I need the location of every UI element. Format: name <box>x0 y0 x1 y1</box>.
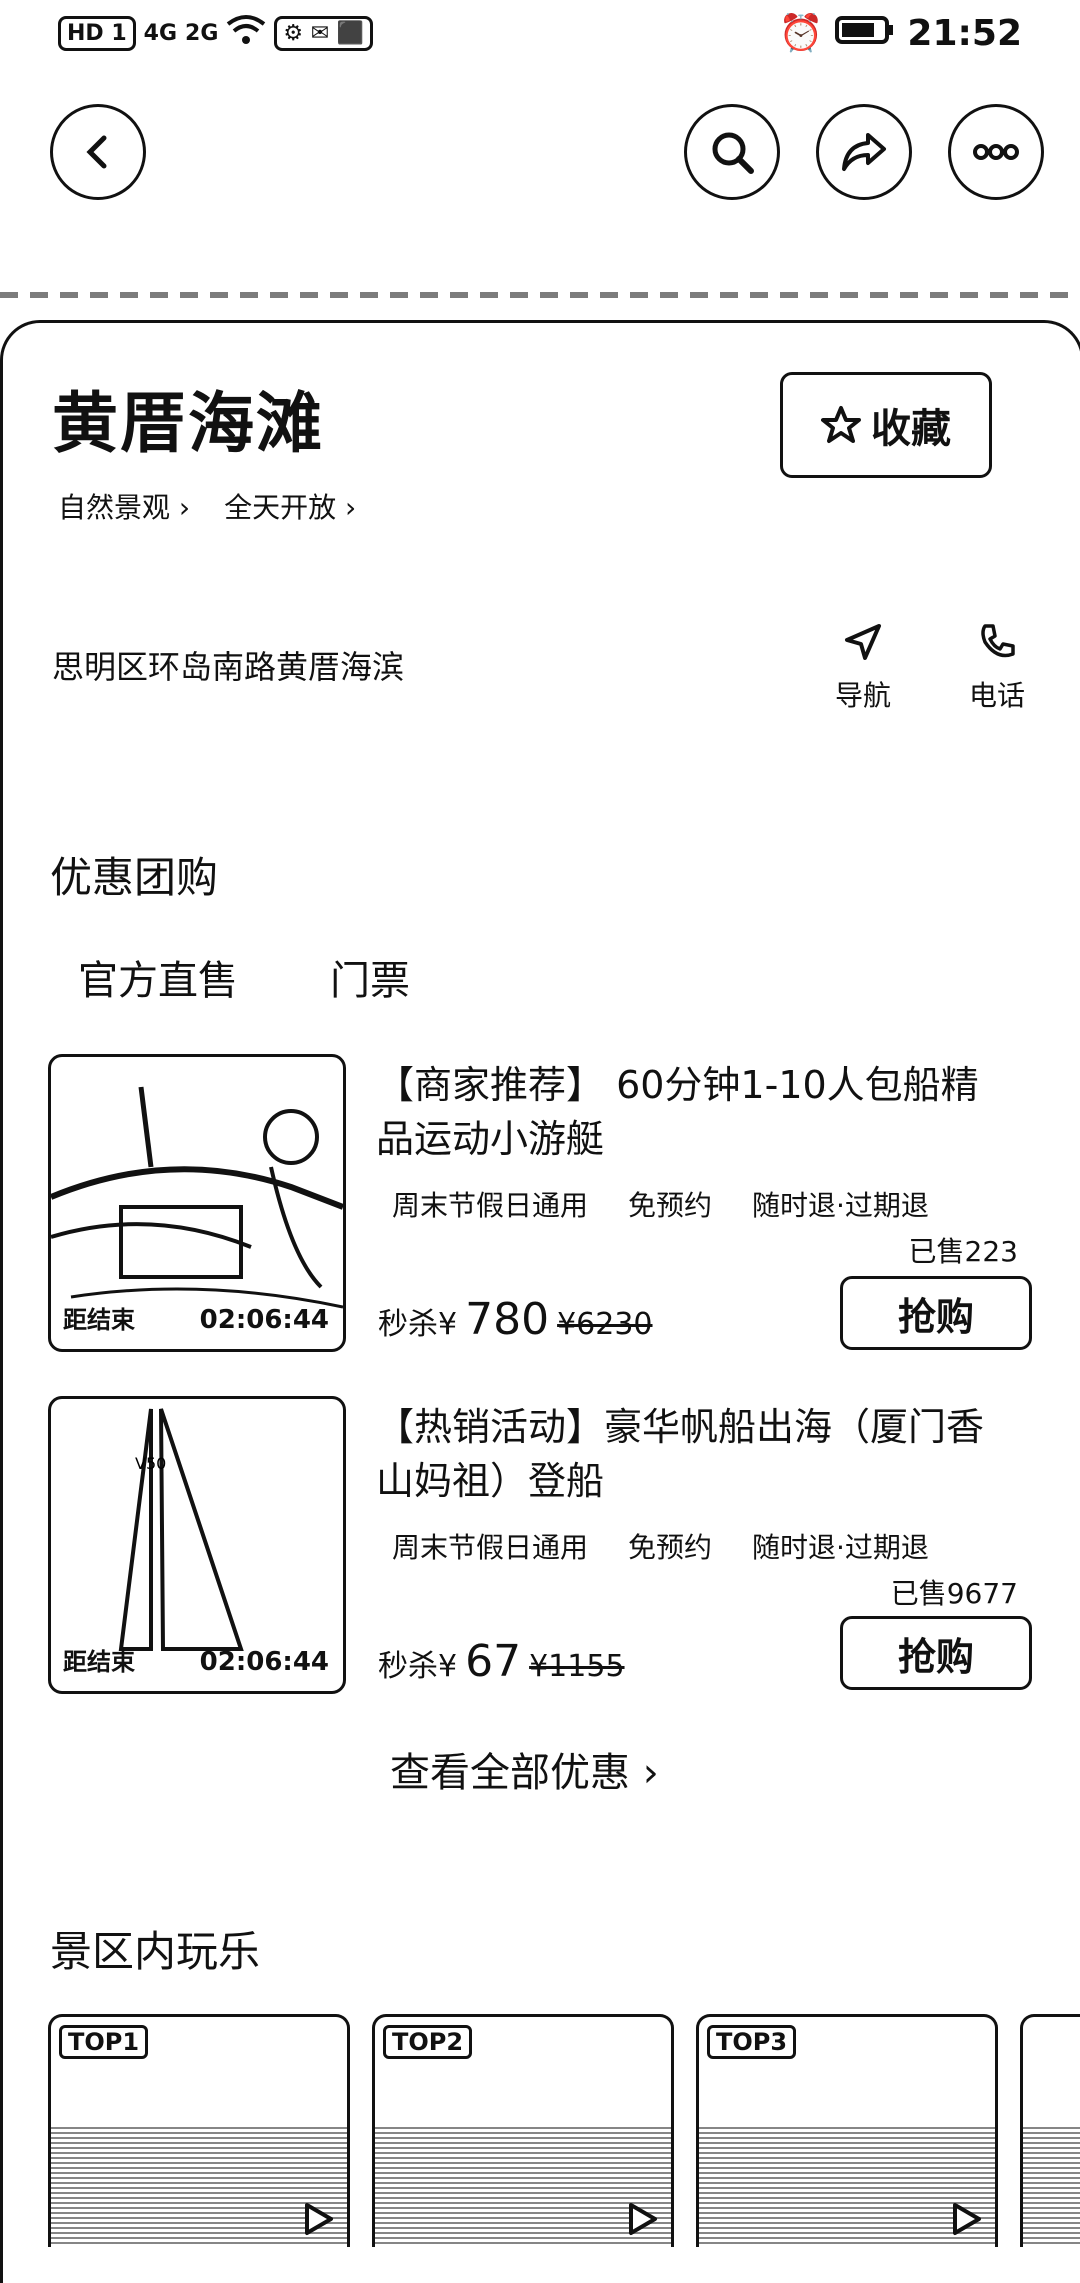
price-value: 67 <box>465 1636 522 1687</box>
play-card[interactable]: TOP2 <box>372 2014 674 2247</box>
buy-button[interactable]: 抢购 <box>840 1616 1032 1690</box>
countdown-label: 距结束 <box>63 1306 135 1334</box>
deals-section-title: 优惠团购 <box>50 853 219 902</box>
play-icon <box>305 2203 333 2235</box>
sold-count: 已售223 <box>908 1235 1018 1268</box>
deal-tags: 周末节假日通用 免预约 随时退·过期退 <box>392 1184 929 1224</box>
rank-badge: TOP2 <box>383 2025 473 2059</box>
back-button[interactable] <box>50 104 146 200</box>
tag-hours[interactable]: 全天开放 <box>224 486 356 526</box>
countdown-timer: 02:06:44 <box>199 1305 329 1335</box>
original-price: ¥1155 <box>529 1649 625 1684</box>
status-left-icons: HD 1 4G 2G ⚙ ✉ ⬛ <box>58 14 374 52</box>
navigate-button[interactable]: 导航 <box>818 620 908 714</box>
original-price: ¥6230 <box>557 1307 653 1342</box>
price-value: 780 <box>465 1294 550 1345</box>
alarm-icon: ⏰ <box>778 13 824 54</box>
phone-label: 电话 <box>968 679 1025 712</box>
chevron-left-icon <box>86 135 107 169</box>
deal-tag: 随时退·过期退 <box>752 1189 929 1222</box>
deal-image[interactable]: V50 距结束 02:06:44 <box>48 1396 346 1694</box>
deal-tag: 免预约 <box>628 1189 713 1222</box>
share-icon <box>842 133 886 171</box>
rank-badge: TOP1 <box>59 2025 149 2059</box>
place-tags: 自然景观 全天开放 <box>58 486 356 526</box>
tab-official[interactable]: 官方直售 <box>78 948 238 1006</box>
svg-text:V50: V50 <box>135 1454 166 1473</box>
status-bar: HD 1 4G 2G ⚙ ✉ ⬛ ⏰ 21:52 <box>0 0 1080 80</box>
search-icon <box>712 132 754 174</box>
deal-title[interactable]: 【热销活动】豪华帆船出海（厦门香山妈祖）登船 <box>376 1400 1016 1508</box>
sold-count: 已售9677 <box>890 1577 1018 1610</box>
status-right: ⏰ 21:52 <box>778 12 1022 55</box>
deal-tag: 随时退·过期退 <box>752 1531 929 1564</box>
signal-2g-icon: 2G <box>185 20 219 46</box>
signal-4g-icon: 4G <box>143 20 178 46</box>
countdown-timer: 02:06:44 <box>199 1647 329 1677</box>
deal-tag: 周末节假日通用 <box>392 1189 589 1222</box>
deal-title[interactable]: 【商家推荐】 60分钟1-10人包船精品运动小游艇 <box>376 1058 1016 1166</box>
deal-image[interactable]: 距结束 02:06:44 <box>48 1054 346 1352</box>
phone-button[interactable]: 电话 <box>952 620 1042 714</box>
notification-icons: ⚙ ✉ ⬛ <box>274 15 374 51</box>
phone-icon <box>981 624 1015 658</box>
price-prefix: 秒杀¥ <box>378 1307 458 1342</box>
share-button[interactable] <box>816 104 912 200</box>
more-icon <box>973 144 1019 160</box>
play-icon <box>629 2203 657 2235</box>
play-card[interactable]: TOP3 <box>696 2014 998 2247</box>
tab-tickets[interactable]: 门票 <box>330 948 410 1006</box>
hd-icon: HD 1 <box>58 15 136 51</box>
rank-badge: TOP3 <box>707 2025 797 2059</box>
favorite-label: 收藏 <box>871 406 951 452</box>
play-section-title: 景区内玩乐 <box>50 1927 261 1976</box>
deal-price: 秒杀¥ 67 ¥1155 <box>378 1636 625 1687</box>
favorite-button[interactable]: 收藏 <box>780 372 992 478</box>
address-text[interactable]: 思明区环岛南路黄厝海滨 <box>52 642 404 688</box>
navigation-arrow-icon <box>845 624 881 660</box>
tag-category[interactable]: 自然景观 <box>58 486 190 526</box>
deal-price: 秒杀¥ 780 ¥6230 <box>378 1294 653 1345</box>
view-all-deals-link[interactable]: 查看全部优惠 › <box>390 1740 659 1798</box>
place-title: 黄厝海滩 <box>52 385 324 462</box>
play-card[interactable]: TOP1 <box>48 2014 350 2247</box>
deal-tags: 周末节假日通用 免预约 随时退·过期退 <box>392 1526 929 1566</box>
beach-image <box>1023 2127 1080 2247</box>
wifi-icon <box>226 14 266 52</box>
clock-time: 21:52 <box>907 12 1022 54</box>
price-prefix: 秒杀¥ <box>378 1649 458 1684</box>
navigate-label: 导航 <box>834 679 891 712</box>
more-button[interactable] <box>948 104 1044 200</box>
play-card-partial[interactable] <box>1020 2014 1080 2247</box>
deal-tag: 周末节假日通用 <box>392 1531 589 1564</box>
hero-divider <box>0 292 1080 298</box>
deal-tag: 免预约 <box>628 1531 713 1564</box>
buy-button[interactable]: 抢购 <box>840 1276 1032 1350</box>
search-button[interactable] <box>684 104 780 200</box>
play-icon <box>953 2203 981 2235</box>
battery-icon <box>835 13 895 54</box>
star-icon <box>821 406 861 443</box>
countdown-label: 距结束 <box>63 1648 135 1676</box>
